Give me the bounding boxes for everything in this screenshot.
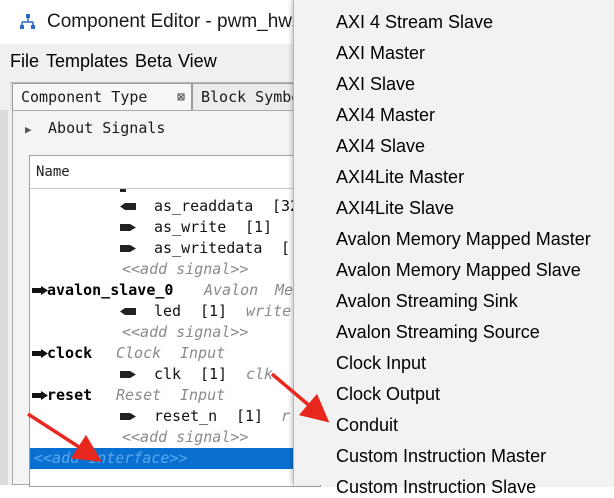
tree-row[interactable]: as_readdata [32	[30, 196, 320, 217]
interface-type: Clock	[116, 344, 162, 362]
menu-item-avalon-st-sink[interactable]: Avalon Streaming Sink	[336, 291, 518, 312]
add-signal-label: <<add signal>>	[122, 260, 249, 278]
menu-item-avalon-st-source[interactable]: Avalon Streaming Source	[336, 322, 540, 343]
signal-name: as_readdata	[154, 197, 254, 215]
output-port-icon	[120, 371, 136, 378]
add-signal-row[interactable]: <<add signal>>	[30, 259, 320, 280]
interface-type-menu: AXI 4 Stream Slave AXI Master AXI Slave …	[293, 0, 614, 497]
signal-width: [	[281, 239, 291, 257]
tab-strip: Component Type ⊠ Block Symbo	[10, 82, 312, 111]
tree-row[interactable]: as_write [1]	[30, 217, 320, 238]
add-signal-label: <<add signal>>	[122, 428, 249, 446]
add-interface-row[interactable]: <<add interface>>	[30, 448, 320, 469]
tab-component-type[interactable]: Component Type ⊠	[12, 83, 192, 110]
menu-file[interactable]: File	[10, 51, 39, 72]
interface-name: avalon_slave_0	[47, 281, 174, 299]
tree-row[interactable]: clk [1] clk	[30, 364, 320, 385]
signal-width: [1]	[245, 218, 273, 236]
interface-name: reset	[47, 386, 93, 404]
signal-role: clk	[246, 365, 274, 383]
tree-header: Name	[30, 156, 320, 189]
tree-row[interactable]: led [1] write	[30, 301, 320, 322]
interface-icon	[32, 391, 48, 400]
interface-name: clock	[47, 344, 93, 362]
menu-item-avalon-mm-slave[interactable]: Avalon Memory Mapped Slave	[336, 260, 581, 281]
menu-item-axi4-stream-slave[interactable]: AXI 4 Stream Slave	[336, 12, 493, 33]
close-tab-icon[interactable]: ⊠	[177, 84, 185, 110]
menu-item-axi4-master[interactable]: AXI4 Master	[336, 105, 435, 126]
menu-item-avalon-mm-master[interactable]: Avalon Memory Mapped Master	[336, 229, 591, 250]
add-interface-label: <<add interface>>	[34, 449, 188, 467]
interface-row[interactable]: reset Reset Input	[30, 385, 320, 406]
output-port-icon	[120, 224, 136, 231]
left-edge	[0, 110, 8, 485]
signals-tree[interactable]: Name as_readdata [32 as_write [1] as_wri…	[29, 155, 321, 487]
menu-beta[interactable]: Beta	[135, 51, 172, 72]
menu-templates[interactable]: Templates	[46, 51, 128, 72]
interface-direction: Input	[180, 386, 226, 404]
menu-item-axi-master[interactable]: AXI Master	[336, 43, 425, 64]
interface-type: Avalon	[204, 281, 259, 299]
menu-item-axi4lite-master[interactable]: AXI4Lite Master	[336, 167, 464, 188]
signal-width: [1]	[200, 365, 228, 383]
menu-item-custom-instruction-master[interactable]: Custom Instruction Master	[336, 446, 546, 467]
input-port-icon	[120, 308, 136, 315]
menu-item-clock-output[interactable]: Clock Output	[336, 384, 440, 405]
tab-component-type-label: Component Type	[21, 88, 148, 106]
signal-name: reset_n	[154, 407, 218, 425]
interface-direction: Input	[180, 344, 226, 362]
signal-role: r	[281, 407, 291, 425]
signal-name: as_writedata	[154, 239, 263, 257]
expand-arrow-icon: ▶	[25, 123, 32, 136]
tab-block-symbol-label: Block Symbo	[201, 88, 301, 106]
menu-item-axi4lite-slave[interactable]: AXI4Lite Slave	[336, 198, 454, 219]
interface-row[interactable]: clock Clock Input	[30, 343, 320, 364]
interface-row[interactable]: avalon_slave_0 Avalon Me	[30, 280, 320, 301]
tree-row[interactable]: as_writedata [	[30, 238, 320, 259]
interface-icon	[32, 286, 48, 295]
tree-row[interactable]: reset_n [1] r	[30, 406, 320, 427]
menu-item-custom-instruction-slave[interactable]: Custom Instruction Slave	[336, 477, 536, 498]
about-signals-label: About Signals	[48, 119, 166, 137]
interface-type: Reset	[116, 386, 162, 404]
interface-icon	[32, 349, 48, 358]
add-signal-label: <<add signal>>	[122, 323, 249, 341]
app-icon	[20, 14, 35, 29]
port-icon	[120, 189, 126, 192]
output-port-icon	[120, 245, 136, 252]
signal-width: [1]	[200, 302, 228, 320]
about-signals-toggle[interactable]: ▶ About Signals	[25, 119, 165, 137]
signal-role: write	[246, 302, 292, 320]
signals-panel: ▶ About Signals Name as_readdata [32 as_…	[12, 110, 321, 487]
menu-view[interactable]: View	[178, 51, 217, 72]
menu-item-axi4-slave[interactable]: AXI4 Slave	[336, 136, 425, 157]
menu-item-conduit[interactable]: Conduit	[336, 415, 398, 436]
menu-item-axi-slave[interactable]: AXI Slave	[336, 74, 415, 95]
menu-item-clock-input[interactable]: Clock Input	[336, 353, 426, 374]
tree-row-cut	[30, 188, 320, 196]
input-port-icon	[120, 203, 136, 210]
output-port-icon	[120, 413, 136, 420]
window-title: Component Editor - pwm_hw.t	[47, 11, 302, 32]
add-signal-row[interactable]: <<add signal>>	[30, 427, 320, 448]
interface-type-extra: Me	[275, 281, 294, 299]
signal-name: led	[154, 302, 182, 320]
signal-name: clk	[154, 365, 182, 383]
signal-width: [1]	[236, 407, 264, 425]
column-header-name: Name	[36, 164, 70, 180]
add-signal-row[interactable]: <<add signal>>	[30, 322, 320, 343]
signal-name: as_write	[154, 218, 227, 236]
